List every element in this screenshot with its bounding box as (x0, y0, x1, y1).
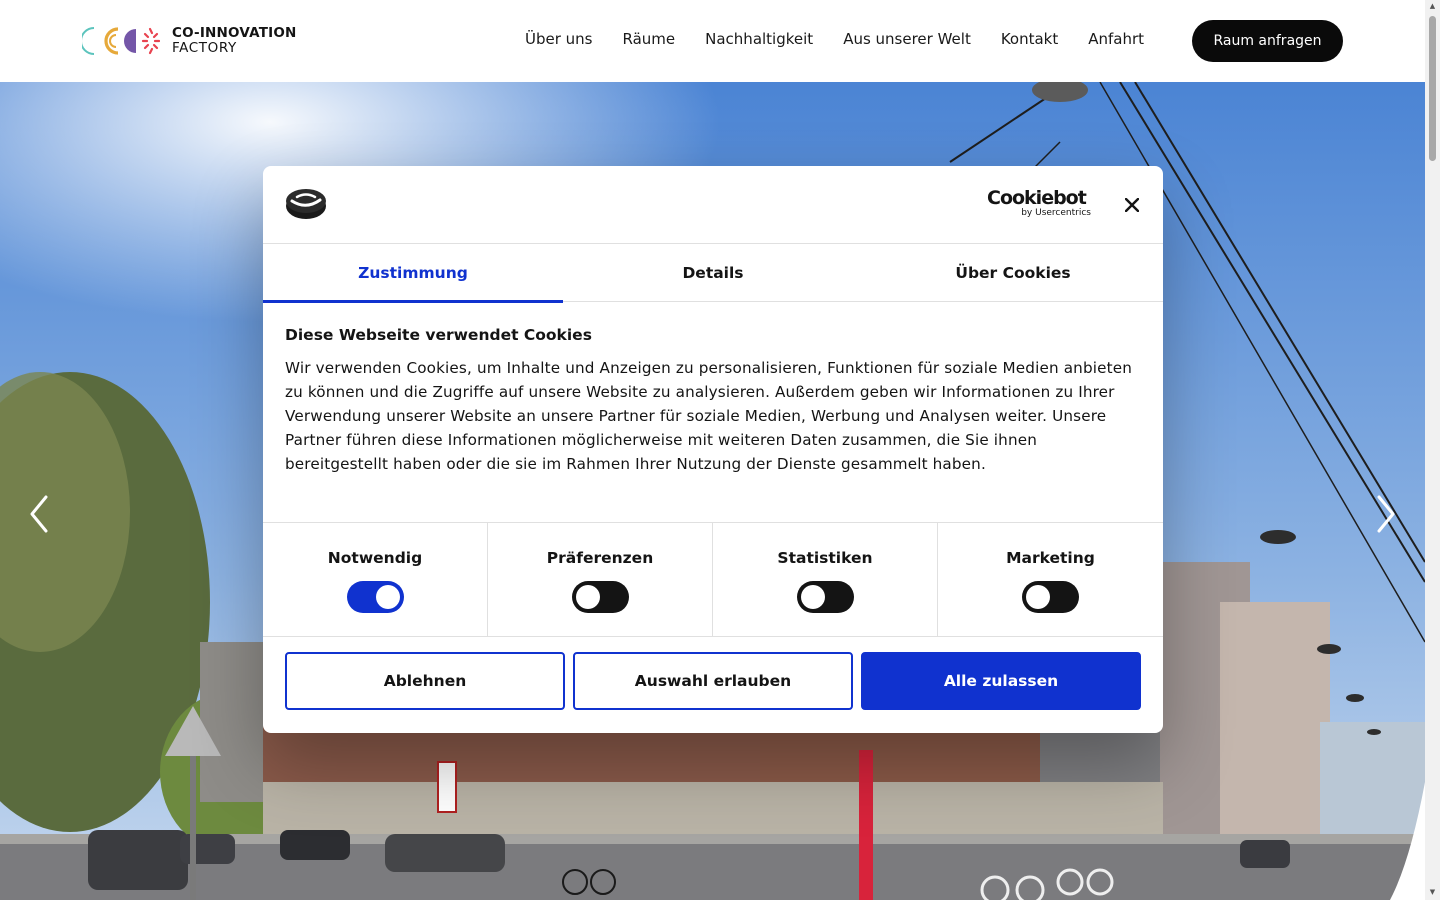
toggle-col-notwendig: Notwendig (263, 523, 488, 637)
toggle-knob (376, 585, 400, 609)
toggle-knob (576, 585, 600, 609)
allow-all-button[interactable]: Alle zulassen (861, 652, 1141, 710)
site-cookie-logo-icon (285, 188, 327, 224)
toggle-knob (801, 585, 825, 609)
toggle-praeferenzen[interactable] (572, 581, 629, 613)
toggle-notwendig[interactable] (347, 581, 404, 613)
nav-link-aus-unserer-welt[interactable]: Aus unserer Welt (843, 30, 971, 48)
cookiebot-brand[interactable]: Cookiebot by Usercentrics (987, 188, 1091, 220)
toggle-knob (1026, 585, 1050, 609)
logo-line2: FACTORY (172, 40, 237, 56)
close-icon (1125, 198, 1139, 212)
cookie-dialog-text: Wir verwenden Cookies, um Inhalte und An… (285, 359, 1132, 473)
scrollbar-thumb[interactable] (1429, 16, 1436, 161)
cookiebot-wordmark: Cookiebot (987, 187, 1087, 209)
toggle-col-statistiken: Statistiken (713, 523, 938, 637)
toggle-label-praeferenzen: Präferenzen (546, 549, 654, 567)
logo-text: CO-INNOVATION FACTORY (172, 26, 297, 56)
cookie-dialog-title: Diese Webseite verwendet Cookies (285, 326, 592, 344)
reject-button[interactable]: Ablehnen (285, 652, 565, 710)
main-nav: Über uns Räume Nachhaltigkeit Aus unsere… (525, 30, 1144, 48)
nav-link-anfahrt[interactable]: Anfahrt (1088, 30, 1144, 48)
tab-zustimmung[interactable]: Zustimmung (263, 244, 563, 303)
toggle-marketing[interactable] (1022, 581, 1079, 613)
close-dialog-button[interactable] (1120, 193, 1144, 217)
slider-next-button[interactable] (1371, 494, 1401, 534)
cookie-dialog-tabs: Zustimmung Details Über Cookies (263, 244, 1163, 303)
nav-link-nachhaltigkeit[interactable]: Nachhaltigkeit (705, 30, 813, 48)
scroll-down-arrow-icon[interactable]: ▼ (1428, 888, 1437, 897)
cookiebot-subtitle: by Usercentrics (1021, 208, 1091, 218)
nav-link-kontakt[interactable]: Kontakt (1001, 30, 1058, 48)
toggle-label-notwendig: Notwendig (327, 549, 423, 567)
nav-link-raeume[interactable]: Räume (623, 30, 676, 48)
cookie-consent-dialog: Cookiebot by Usercentrics Zustimmung Det… (263, 166, 1163, 733)
site-logo[interactable]: CO-INNOVATION FACTORY (82, 24, 297, 58)
chevron-left-icon (30, 495, 48, 533)
chevron-right-icon (1377, 495, 1395, 533)
allow-selection-button[interactable]: Auswahl erlauben (573, 652, 853, 710)
toggle-label-marketing: Marketing (1006, 549, 1095, 567)
site-header: CO-INNOVATION FACTORY Über uns Räume Nac… (0, 0, 1425, 82)
page-scrollbar[interactable]: ▲ ▼ (1425, 0, 1440, 900)
logo-mark-icon (82, 27, 160, 55)
nav-link-ueber-uns[interactable]: Über uns (525, 30, 593, 48)
request-room-button[interactable]: Raum anfragen (1192, 20, 1343, 62)
logo-line1: CO-INNOVATION (172, 25, 297, 41)
toggle-statistiken[interactable] (797, 581, 854, 613)
toggle-col-praeferenzen: Präferenzen (488, 523, 713, 637)
toggle-col-marketing: Marketing (938, 523, 1163, 637)
cookie-dialog-body: Diese Webseite verwendet Cookies Wir ver… (285, 325, 1143, 476)
slider-prev-button[interactable] (24, 494, 54, 534)
cookie-category-toggles: Notwendig Präferenzen Statistiken Market… (263, 522, 1163, 637)
tab-details[interactable]: Details (563, 244, 863, 302)
cookie-dialog-buttons: Ablehnen Auswahl erlauben Alle zulassen (285, 652, 1141, 710)
tab-ueber-cookies[interactable]: Über Cookies (863, 244, 1163, 302)
cookie-dialog-header: Cookiebot by Usercentrics (263, 166, 1163, 244)
scroll-up-arrow-icon[interactable]: ▲ (1428, 2, 1437, 11)
toggle-label-statistiken: Statistiken (777, 549, 873, 567)
